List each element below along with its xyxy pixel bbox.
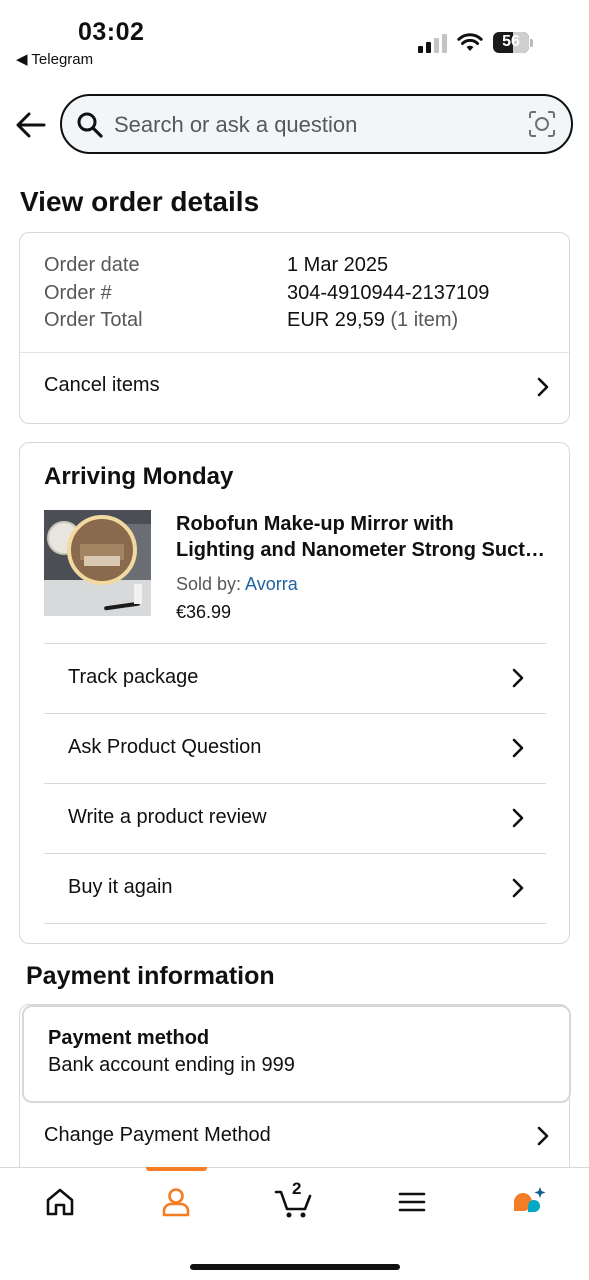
chevron-right-icon [512,738,524,758]
delivery-status: Arriving Monday [44,463,234,490]
battery-percent: 56 [502,33,520,50]
payment-method-value: Bank account ending in 999 [48,1054,295,1076]
order-date-row: Order date 1 Mar 2025 [44,254,388,277]
nav-menu-button[interactable] [392,1182,432,1222]
order-date-value: 1 Mar 2025 [287,254,389,276]
payment-method-heading: Payment method [48,1027,210,1049]
order-total-label: Order Total [44,309,143,331]
cancel-items-label: Cancel items [44,374,160,396]
nav-rufus-button[interactable] [510,1182,550,1222]
payment-section-title: Payment information [26,962,275,990]
order-total-value: EUR 29,59 (1 item) [287,309,459,331]
battery-icon: 56 [493,32,533,54]
ask-product-question-label: Ask Product Question [68,736,262,758]
order-number-value: 304-4910944-2137109 [287,282,490,304]
cellular-signal-icon [418,34,447,53]
home-icon [46,1188,74,1216]
divider [44,923,546,924]
camera-search-icon[interactable] [528,110,556,138]
status-time: 03:02 [78,18,145,46]
order-date-label: Order date [44,254,140,276]
active-tab-indicator [146,1167,207,1171]
chevron-right-icon [512,878,524,898]
sold-by: Sold by: Avorra [176,574,298,594]
payment-card: Payment method Bank account ending in 99… [19,1004,571,1179]
track-package-button[interactable]: Track package [44,644,546,714]
nav-account-button[interactable] [156,1182,196,1222]
menu-icon [398,1192,426,1212]
bottom-navigation: 2 [0,1167,589,1280]
wifi-icon [457,33,483,51]
order-item-count: (1 item) [384,309,459,331]
track-package-label: Track package [68,666,199,688]
search-bar[interactable] [60,94,573,154]
buy-it-again-label: Buy it again [68,876,173,898]
rufus-assistant-icon [514,1187,546,1212]
search-icon [77,112,103,138]
cart-count-badge: 2 [292,1179,302,1198]
chevron-right-icon [512,668,524,688]
nav-cart-button[interactable]: 2 [274,1179,314,1222]
write-review-label: Write a product review [68,806,267,828]
search-input[interactable] [114,110,514,140]
buy-it-again-button[interactable]: Buy it again [44,854,546,924]
product-title-link[interactable]: Robofun Make-up Mirror with Lighting and… [176,511,548,563]
back-to-telegram-link[interactable]: ◀ Telegram [16,50,93,68]
nav-home-button[interactable] [40,1182,80,1222]
payment-method-box: Payment method Bank account ending in 99… [22,1005,571,1103]
order-number-row: Order # 304-4910944-2137109 [44,282,489,305]
order-total-row: Order Total EUR 29,59 (1 item) [44,309,458,332]
back-arrow-icon[interactable] [14,108,48,142]
order-number-label: Order # [44,282,112,304]
change-payment-method-label: Change Payment Method [44,1124,271,1146]
write-review-button[interactable]: Write a product review [44,784,546,854]
page-title: View order details [20,186,260,217]
status-bar: 03:02 ◀ Telegram 56 [0,0,589,80]
change-payment-method-button[interactable]: Change Payment Method [20,1105,569,1175]
cancel-items-button[interactable]: Cancel items [20,353,569,424]
ask-product-question-button[interactable]: Ask Product Question [44,714,546,784]
chevron-right-icon [537,377,549,397]
product-price: €36.99 [176,602,232,622]
account-icon [162,1188,190,1217]
home-indicator[interactable] [190,1264,400,1270]
chevron-right-icon [537,1126,549,1146]
order-summary-card: Order date 1 Mar 2025 Order # 304-491094… [19,232,570,424]
seller-link[interactable]: Avorra [245,574,298,594]
shipment-card: Arriving Monday Robofun Make-up Mirror w… [19,442,570,944]
chevron-right-icon [512,808,524,828]
product-image[interactable] [44,510,151,616]
